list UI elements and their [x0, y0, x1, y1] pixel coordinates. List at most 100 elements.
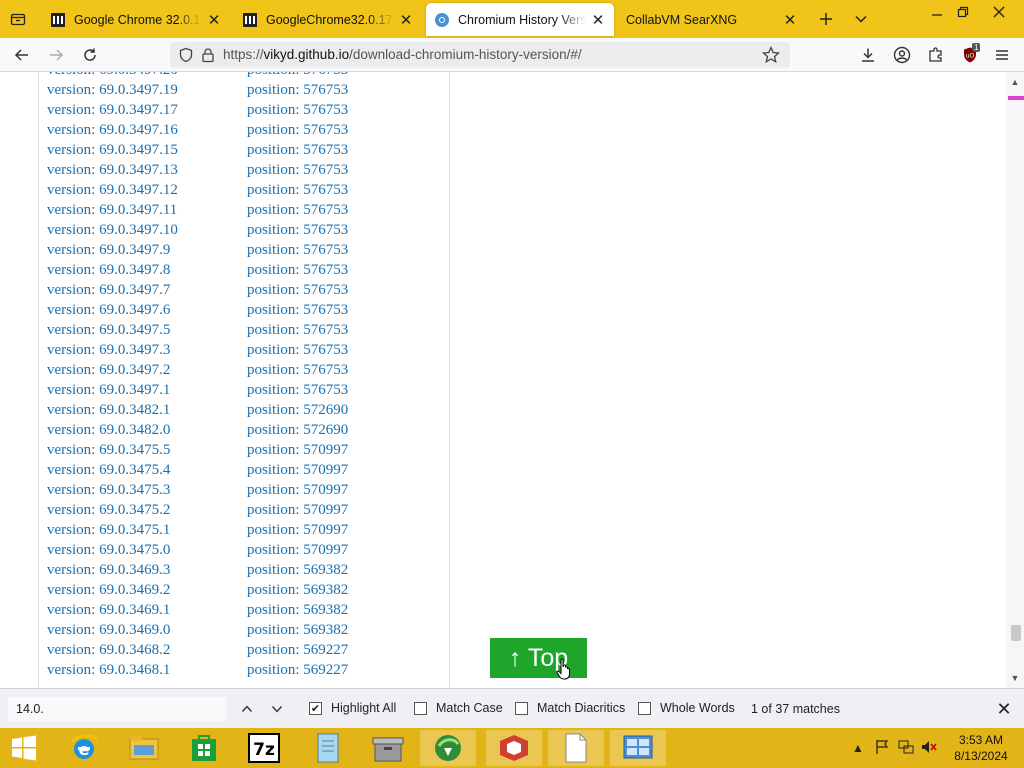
version-link[interactable]: version: 69.0.3482.1: [47, 402, 170, 419]
download-manager-icon[interactable]: [420, 730, 476, 766]
close-icon[interactable]: ✕: [782, 12, 798, 29]
version-link[interactable]: version: 69.0.3497.6: [47, 302, 170, 319]
position-link[interactable]: position: 569382: [247, 602, 348, 619]
position-link[interactable]: position: 576753: [247, 342, 348, 359]
version-link[interactable]: version: 69.0.3482.0: [47, 422, 170, 439]
position-link[interactable]: position: 576753: [247, 202, 348, 219]
shield-icon[interactable]: [178, 47, 194, 68]
version-link[interactable]: version: 69.0.3497.1: [47, 382, 170, 399]
window-close-button[interactable]: [982, 0, 1016, 24]
position-link[interactable]: position: 569382: [247, 582, 348, 599]
position-link[interactable]: position: 576753: [247, 382, 348, 399]
position-link[interactable]: position: 572690: [247, 422, 348, 439]
version-link[interactable]: version: 69.0.3468.1: [47, 662, 170, 679]
position-link[interactable]: position: 569382: [247, 562, 348, 579]
internet-explorer-icon[interactable]: e: [56, 730, 112, 766]
hamburger-icon[interactable]: [988, 41, 1016, 69]
plus-icon[interactable]: [810, 4, 842, 34]
scroll-down-icon[interactable]: ▼: [1006, 670, 1024, 686]
whole-words-checkbox[interactable]: Whole Words: [638, 701, 735, 715]
position-link[interactable]: position: 576753: [247, 362, 348, 379]
scroll-up-icon[interactable]: ▲: [1006, 74, 1024, 90]
url-text[interactable]: https://vikyd.github.io/download-chromiu…: [223, 47, 582, 62]
version-link[interactable]: version: 69.0.3468.2: [47, 642, 170, 659]
find-next-icon[interactable]: [266, 697, 288, 721]
close-icon[interactable]: ✕: [398, 12, 414, 29]
position-link[interactable]: position: 576753: [247, 322, 348, 339]
position-link[interactable]: position: 569227: [247, 662, 348, 679]
position-link[interactable]: position: 576753: [247, 142, 348, 159]
network-icon[interactable]: [898, 739, 914, 758]
star-icon[interactable]: [761, 45, 781, 69]
chevron-down-icon[interactable]: [845, 4, 877, 34]
position-link[interactable]: position: 576753: [247, 282, 348, 299]
version-link[interactable]: version: 69.0.3475.3: [47, 482, 170, 499]
tray-chevron-up-icon[interactable]: ▲: [852, 741, 864, 755]
version-link[interactable]: version: 69.0.3497.9: [47, 242, 170, 259]
version-link[interactable]: version: 69.0.3497.19: [47, 82, 178, 99]
puzzle-icon[interactable]: [922, 41, 950, 69]
position-link[interactable]: position: 576753: [247, 302, 348, 319]
position-link[interactable]: position: 576753: [247, 262, 348, 279]
scrollbar-thumb[interactable]: [1011, 625, 1021, 641]
account-icon[interactable]: [888, 41, 916, 69]
version-link[interactable]: version: 69.0.3497.11: [47, 202, 177, 219]
highlight-all-checkbox[interactable]: ✔ Highlight All: [309, 701, 396, 715]
position-link[interactable]: position: 576753: [247, 242, 348, 259]
version-link[interactable]: version: 69.0.3497.20: [47, 72, 178, 79]
tab-google-chrome-1[interactable]: Google Chrome 32.0.1700 ✕: [42, 3, 230, 36]
position-link[interactable]: position: 569382: [247, 622, 348, 639]
clock[interactable]: 3:53 AM 8/13/2024: [948, 732, 1014, 764]
find-input[interactable]: [8, 697, 226, 721]
version-link[interactable]: version: 69.0.3497.13: [47, 162, 178, 179]
lock-icon[interactable]: [200, 47, 216, 68]
ublock-icon[interactable]: uO 1: [956, 41, 984, 69]
match-diacritics-checkbox[interactable]: Match Diacritics: [515, 701, 625, 715]
forward-arrow-icon[interactable]: [42, 41, 70, 69]
version-link[interactable]: version: 69.0.3475.2: [47, 502, 170, 519]
close-icon[interactable]: ✕: [590, 12, 606, 29]
position-link[interactable]: position: 569227: [247, 642, 348, 659]
version-link[interactable]: version: 69.0.3469.3: [47, 562, 170, 579]
tab-google-chrome-2[interactable]: GoogleChrome32.0.1700 ✕: [234, 3, 422, 36]
version-link[interactable]: version: 69.0.3497.10: [47, 222, 178, 239]
windows-start-icon[interactable]: [0, 730, 48, 766]
position-link[interactable]: position: 576753: [247, 162, 348, 179]
position-link[interactable]: position: 576753: [247, 182, 348, 199]
7zip-icon[interactable]: 7z: [236, 730, 292, 766]
version-link[interactable]: version: 69.0.3497.2: [47, 362, 170, 379]
version-link[interactable]: version: 69.0.3475.0: [47, 542, 170, 559]
version-link[interactable]: version: 69.0.3469.0: [47, 622, 170, 639]
reload-icon[interactable]: [76, 41, 104, 69]
version-link[interactable]: version: 69.0.3497.16: [47, 122, 178, 139]
office-icon[interactable]: [486, 730, 542, 766]
url-bar[interactable]: https://vikyd.github.io/download-chromiu…: [170, 42, 790, 68]
find-previous-icon[interactable]: [236, 697, 258, 721]
version-link[interactable]: version: 69.0.3497.7: [47, 282, 170, 299]
back-arrow-icon[interactable]: [8, 41, 36, 69]
tab-list-icon[interactable]: [2, 4, 34, 34]
version-link[interactable]: version: 69.0.3475.1: [47, 522, 170, 539]
volume-muted-icon[interactable]: [921, 739, 937, 758]
position-link[interactable]: position: 576753: [247, 102, 348, 119]
version-link[interactable]: version: 69.0.3497.15: [47, 142, 178, 159]
position-link[interactable]: position: 570997: [247, 542, 348, 559]
store-icon[interactable]: [176, 730, 232, 766]
archive-icon[interactable]: [360, 730, 416, 766]
version-link[interactable]: version: 69.0.3475.5: [47, 442, 170, 459]
position-link[interactable]: position: 570997: [247, 442, 348, 459]
notepad-icon[interactable]: [300, 730, 356, 766]
position-link[interactable]: position: 570997: [247, 482, 348, 499]
position-link[interactable]: position: 572690: [247, 402, 348, 419]
position-link[interactable]: position: 570997: [247, 522, 348, 539]
version-link[interactable]: version: 69.0.3497.17: [47, 102, 178, 119]
version-link[interactable]: version: 69.0.3475.4: [47, 462, 170, 479]
version-link[interactable]: version: 69.0.3497.8: [47, 262, 170, 279]
flag-icon[interactable]: [874, 739, 890, 758]
position-link[interactable]: position: 576753: [247, 222, 348, 239]
blank-document-icon[interactable]: [548, 730, 604, 766]
version-link[interactable]: version: 69.0.3497.5: [47, 322, 170, 339]
version-link[interactable]: version: 69.0.3497.3: [47, 342, 170, 359]
control-panel-icon[interactable]: [610, 730, 666, 766]
position-link[interactable]: position: 576753: [247, 82, 348, 99]
